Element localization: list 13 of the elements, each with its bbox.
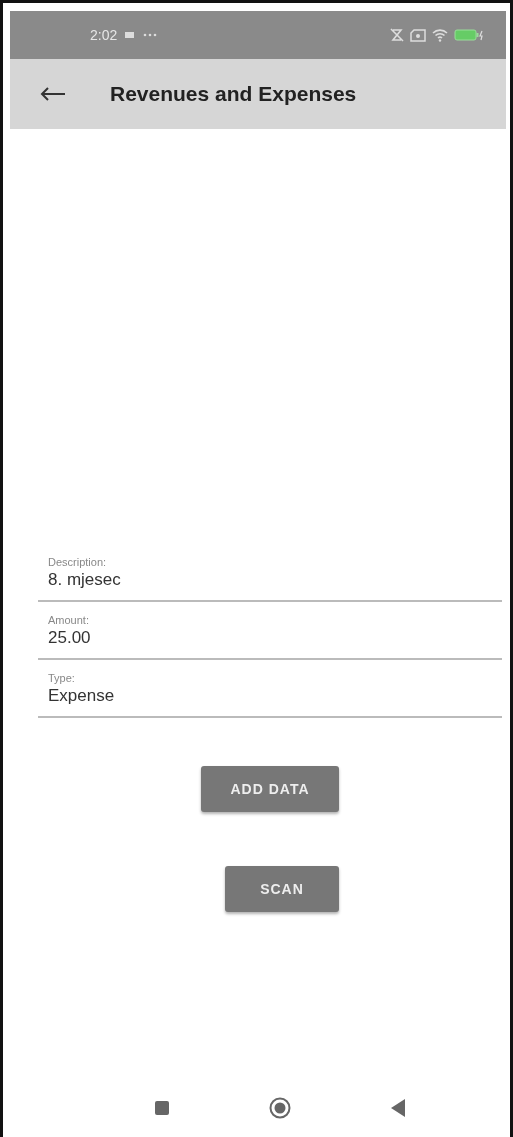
home-icon[interactable] bbox=[269, 1097, 291, 1119]
screen-title: Revenues and Expenses bbox=[110, 82, 357, 106]
sim-icon bbox=[410, 28, 426, 42]
battery-charging-icon bbox=[454, 29, 484, 41]
text-field[interactable]: Description: 8. mjesec bbox=[38, 544, 502, 602]
back-arrow-icon[interactable] bbox=[40, 86, 66, 102]
scan-button[interactable]: SCAN bbox=[225, 866, 339, 912]
status-time: 2:02 bbox=[90, 27, 118, 43]
wifi-icon bbox=[432, 28, 448, 42]
text-field[interactable]: Amount: 25.00 bbox=[38, 602, 502, 660]
text-field[interactable]: Type: Expense bbox=[38, 660, 502, 718]
back-icon[interactable] bbox=[391, 1099, 405, 1117]
add-data-button[interactable]: ADD DATA bbox=[201, 766, 339, 812]
